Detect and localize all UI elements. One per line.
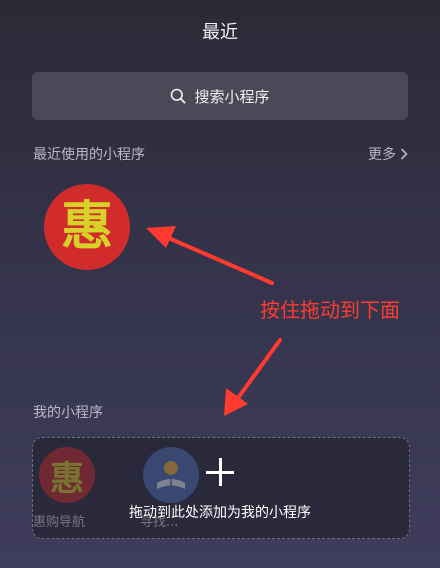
- my-app-education[interactable]: [143, 447, 199, 503]
- plus-icon: [206, 458, 234, 486]
- mine-section-title: 我的小程序: [33, 405, 103, 421]
- drop-zone-text: 拖动到此处添加为我的小程序: [129, 505, 311, 521]
- app-glyph: 惠: [50, 458, 84, 499]
- drag-hint-text: 按住拖动到下面: [260, 298, 400, 322]
- book-person-icon: [157, 461, 185, 489]
- arrow-up-left-icon: [146, 226, 274, 285]
- my-app-hui[interactable]: 惠: [39, 447, 95, 503]
- arrow-down-icon: [224, 338, 282, 416]
